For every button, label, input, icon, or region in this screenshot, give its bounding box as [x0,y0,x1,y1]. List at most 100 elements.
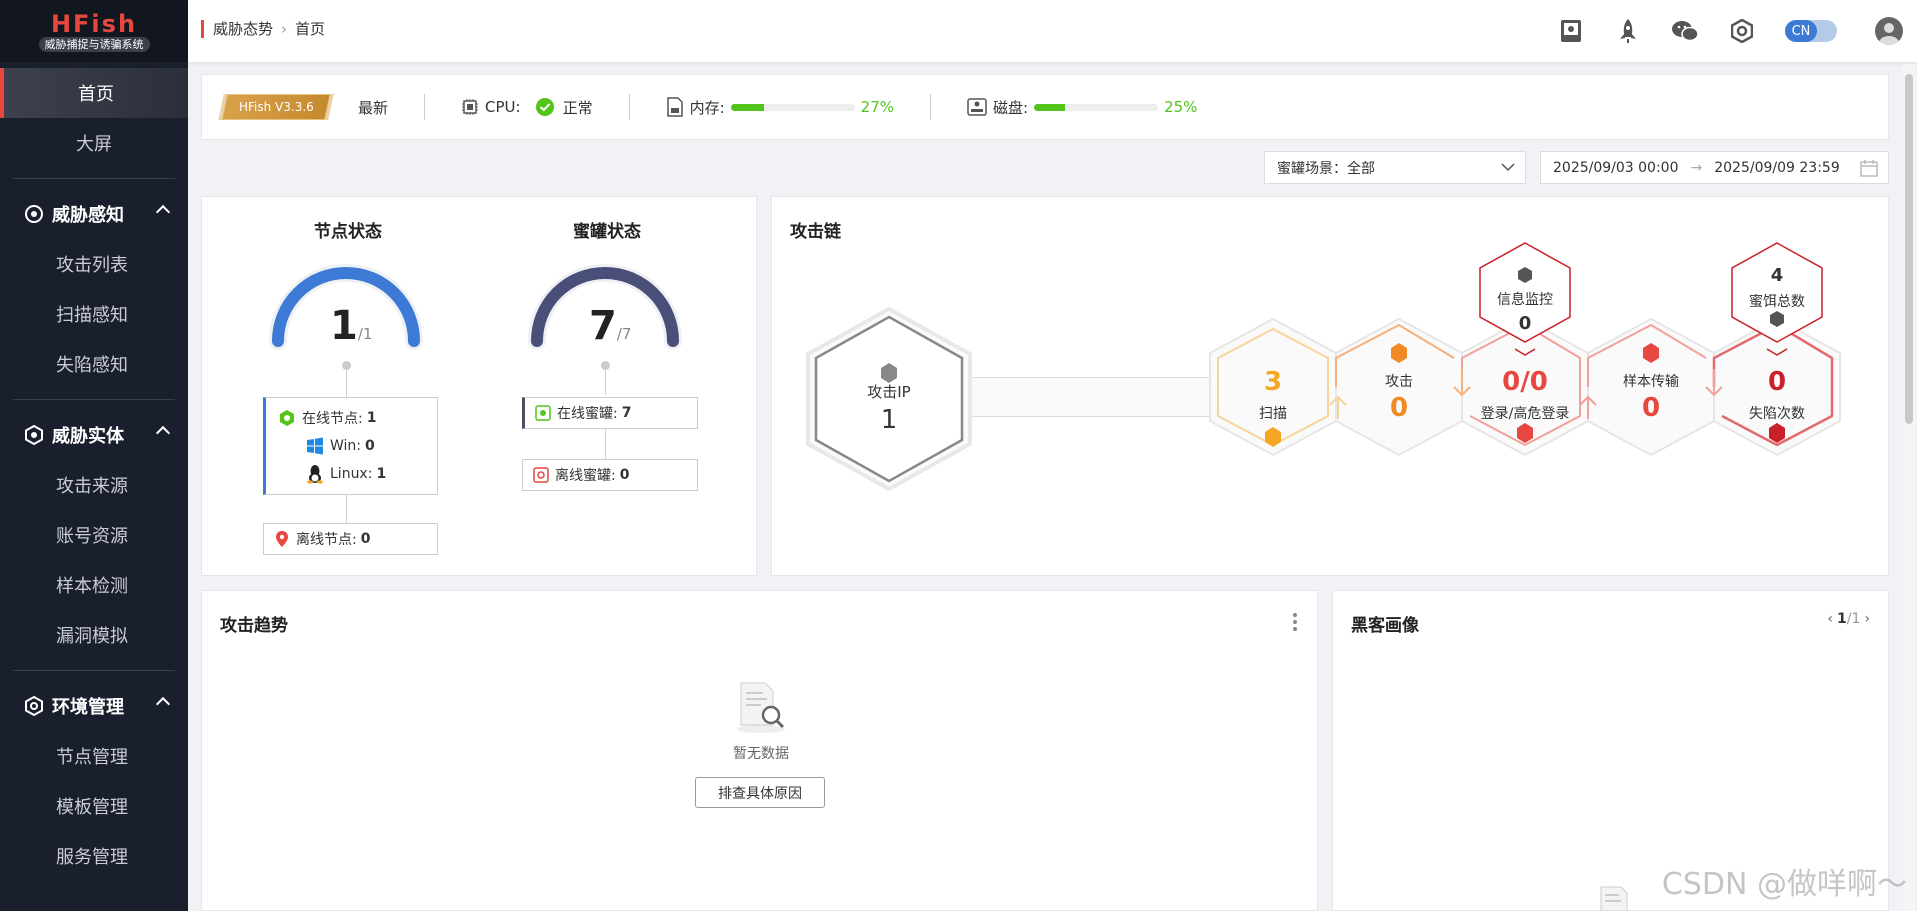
online-honeypot-icon [535,405,551,421]
sidebar-item-account-resource[interactable]: 账号资源 [0,510,188,560]
windows-icon [307,437,323,455]
sidebar-item-vuln-simulation[interactable]: 漏洞模拟 [0,610,188,660]
hexagon-icon[interactable] [1728,17,1756,45]
next-page-icon[interactable]: › [1864,611,1870,627]
stage-sample-label: 样本传输 [1623,374,1679,390]
radar-icon [25,205,43,223]
honeypot-status-title: 蜜罐状态 [573,222,641,242]
memory-label: 内存: [689,98,725,117]
group-label: 威胁实体 [52,426,124,447]
node-gauge-value-wrap: 1/1 [330,303,372,349]
disk-label: 磁盘: [993,98,1029,117]
date-start[interactable]: 2025/09/03 00:00 [1553,160,1679,176]
connector-line [605,429,606,459]
stage-scan-value[interactable]: 3 [1223,367,1323,397]
stage-compromise-label: 失陷次数 [1749,406,1805,422]
sidebar-group-env-management[interactable]: 环境管理 [0,681,188,731]
status-divider [424,94,426,120]
info-monitor-value[interactable]: 0 [1475,313,1575,334]
honeypot-gauge-total: /7 [616,325,632,343]
linux-label: Linux: [330,465,373,482]
group-label: 威胁感知 [52,205,124,226]
page-scrollbar[interactable] [1903,64,1915,911]
offline-node-box: 离线节点: 0 [263,523,438,555]
disk-progress-fill [1034,103,1066,111]
sidebar-item-attack-list[interactable]: 攻击列表 [0,239,188,289]
date-range-picker[interactable]: 2025/09/03 00:00 → 2025/09/09 23:59 [1540,151,1889,184]
cpu-label: CPU: [485,98,521,116]
online-honeypot-box: 在线蜜罐: 7 [522,397,698,429]
stage-compromise-value[interactable]: 0 [1727,367,1827,397]
cpu-icon [462,99,479,115]
stage-login-label: 登录/高危登录 [1480,406,1570,422]
logo-subtitle: 威胁捕捉与诱骗系统 [38,36,150,52]
empty-data-text: 暂无数据 [733,746,789,762]
info-monitor-label: 信息监控 [1497,292,1553,308]
cpu-status: 正常 [562,98,593,117]
sidebar-item-compromise-perception[interactable]: 失陷感知 [0,339,188,389]
sidebar-item-template-management[interactable]: 模板管理 [0,781,188,831]
profile-pager: ‹ 1/1 › [1827,611,1870,627]
page-total: /1 [1846,611,1861,627]
breadcrumb-accent [201,19,204,38]
bait-total-value[interactable]: 4 [1727,265,1827,286]
sidebar-item-scan-perception[interactable]: 扫描感知 [0,289,188,339]
linux-row: Linux: 1 [306,464,386,484]
sidebar: HFish 威胁捕捉与诱骗系统 首页 大屏 威胁感知 攻击列表 扫描感知 失陷感… [0,0,188,911]
attack-trend-panel: 攻击趋势 暂无数据 排查具体原因 [201,590,1318,911]
date-end[interactable]: 2025/09/09 23:59 [1714,160,1840,176]
breadcrumb: 威胁态势 › 首页 [201,18,325,39]
breadcrumb-item-threat[interactable]: 威胁态势 [213,18,273,39]
status-divider [930,94,931,120]
sidebar-item-sample-detection[interactable]: 样本检测 [0,560,188,610]
node-status-title: 节点状态 [314,222,382,242]
disk-progress [1034,103,1159,111]
offline-node-label: 离线节点: [296,532,357,548]
system-status-bar: HFish V3.3.6 最新 CPU: 正常 内存: 27% 磁盘: 25% [201,74,1889,140]
empty-data-icon [1600,886,1628,911]
wechat-icon[interactable] [1671,17,1699,45]
bait-total-label: 蜜饵总数 [1749,294,1805,310]
offline-honeypot-label: 离线蜜罐: [555,468,616,484]
sidebar-item-home[interactable]: 首页 [0,68,188,118]
win-row: Win: 0 [306,437,375,455]
attack-ip-label: 攻击IP [867,383,911,401]
stage-attack-value[interactable]: 0 [1349,393,1449,423]
connector-dot [342,361,351,370]
stage-attack-label: 攻击 [1385,374,1413,390]
language-label: CN [1785,20,1817,42]
win-label: Win: [330,437,362,454]
language-toggle[interactable]: CN [1785,20,1837,42]
online-honeypot-count: 7 [621,405,632,421]
more-options-icon[interactable] [1293,613,1297,631]
scrollbar-thumb[interactable] [1905,74,1913,424]
rocket-icon[interactable] [1614,17,1642,45]
sidebar-item-service-management[interactable]: 服务管理 [0,831,188,881]
offline-node-count: 0 [360,531,371,547]
breadcrumb-item-home: 首页 [295,20,326,38]
check-reason-button[interactable]: 排查具体原因 [695,777,825,808]
offline-honeypot-icon [533,467,549,483]
sidebar-item-node-management[interactable]: 节点管理 [0,731,188,781]
stage-login-value[interactable]: 0/0 [1465,367,1585,397]
node-gauge-total: /1 [357,325,373,343]
online-node-box: 在线节点: 1 Win: 0 Linux: 1 [263,397,438,495]
sidebar-divider [13,670,175,671]
date-separator-icon: → [1690,159,1703,176]
attack-chain-title: 攻击链 [790,222,841,242]
logo[interactable]: HFish 威胁捕捉与诱骗系统 [0,0,188,62]
sidebar-item-bigscreen[interactable]: 大屏 [0,118,188,168]
stage-sample-value[interactable]: 0 [1601,393,1701,423]
sidebar-group-threat-entity[interactable]: 威胁实体 [0,410,188,460]
check-circle-icon [535,98,554,116]
prev-page-icon[interactable]: ‹ [1827,611,1833,627]
doc-book-icon[interactable] [1557,17,1585,45]
version-status: 最新 [358,98,389,117]
offline-honeypot-count: 0 [619,467,630,483]
scene-value: 全部 [1347,160,1375,177]
empty-data-icon [737,682,785,733]
scene-select[interactable]: 蜜罐场景： 全部 [1264,151,1526,184]
avatar[interactable] [1875,17,1903,45]
sidebar-group-threat-perception[interactable]: 威胁感知 [0,189,188,239]
sidebar-item-attack-source[interactable]: 攻击来源 [0,460,188,510]
